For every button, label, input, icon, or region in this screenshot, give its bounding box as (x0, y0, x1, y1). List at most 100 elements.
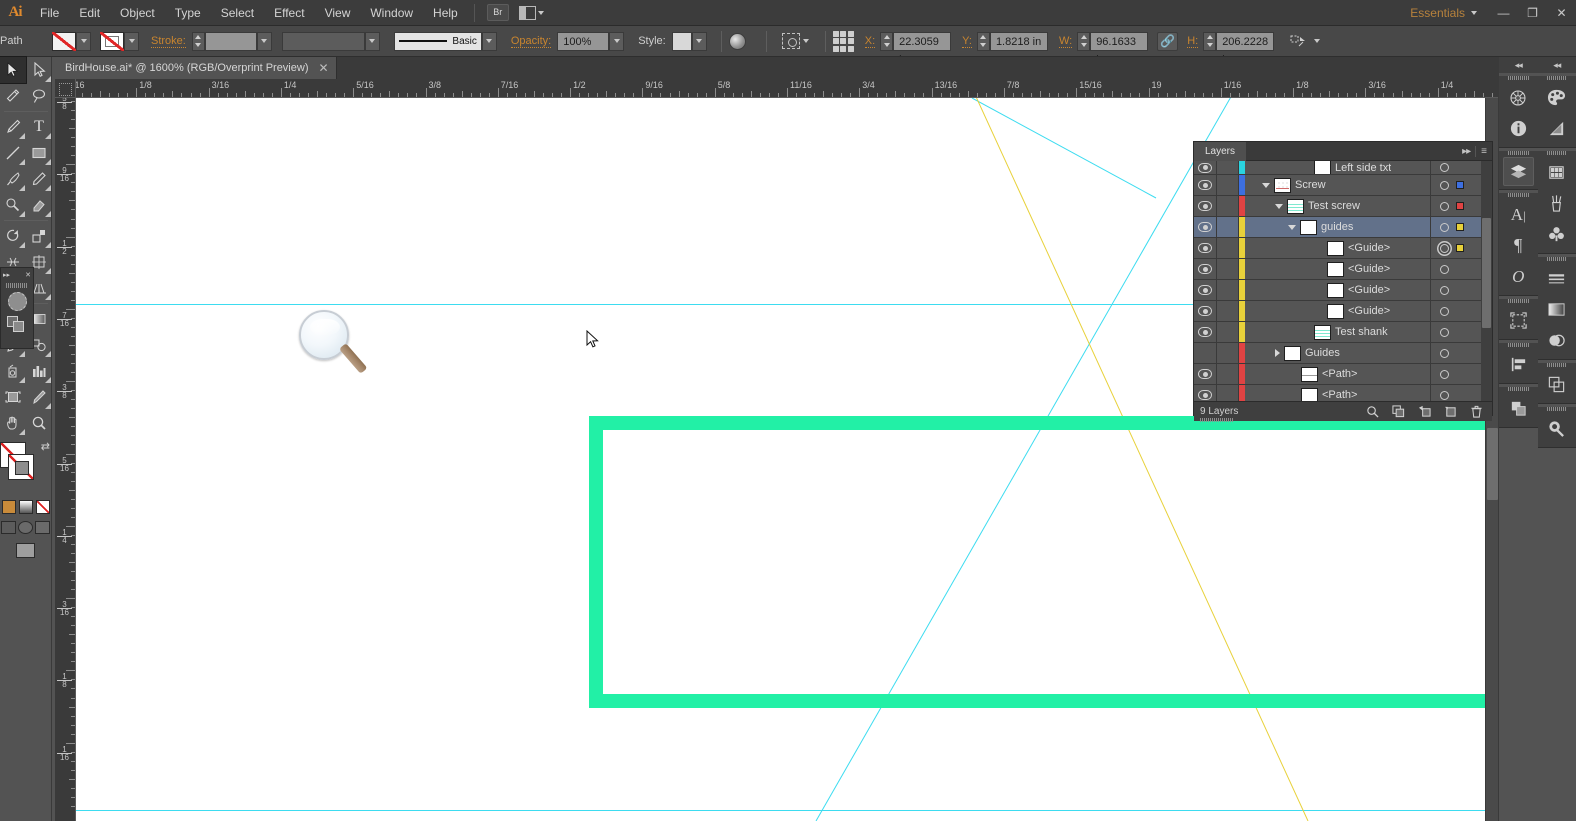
layer-name[interactable]: Test shank (1335, 326, 1388, 338)
go-to-bridge-button[interactable]: Br (486, 4, 509, 21)
layer-thumbnail[interactable] (1284, 345, 1301, 361)
direct-selection-tool[interactable] (26, 57, 52, 83)
column-graph-tool[interactable] (26, 358, 52, 384)
w-input[interactable]: 96.1633 in (1090, 31, 1149, 66)
dock-collapse-row[interactable]: ◂◂ ◂◂ (1499, 57, 1576, 73)
stroke-weight-control[interactable] (191, 31, 272, 51)
rectangle-tool[interactable] (26, 140, 52, 166)
layer-row[interactable]: <Path> (1194, 385, 1492, 401)
scrollbar-thumb[interactable] (1487, 428, 1498, 500)
layer-name[interactable]: Guides (1305, 347, 1340, 359)
pen-tool[interactable] (0, 114, 26, 140)
layer-thumbnail[interactable] (1301, 387, 1318, 401)
document-tab[interactable]: BirdHouse.ai* @ 1600% (RGB/Overprint Pre… (55, 57, 337, 79)
layer-name[interactable]: guides (1321, 221, 1353, 233)
layer-thumbnail[interactable] (1274, 177, 1291, 193)
floating-mini-panel[interactable]: ▸▸ ✕ (0, 267, 34, 349)
layer-row[interactable]: <Path> (1194, 364, 1492, 385)
y-position-control[interactable]: 1.8218 in (976, 31, 1048, 51)
fill-swatch[interactable] (52, 31, 76, 51)
slice-tool[interactable] (26, 384, 52, 410)
layer-row[interactable]: Screw (1194, 175, 1492, 196)
graphic-style-control[interactable] (671, 31, 707, 51)
gradient-mode-button[interactable] (18, 500, 33, 514)
paragraph-icon[interactable]: ¶ (1499, 230, 1538, 261)
layer-target-indicator[interactable] (1440, 180, 1449, 190)
transform-icon[interactable] (1538, 369, 1576, 400)
collapse-icon[interactable]: ▸▸ (3, 271, 10, 279)
h-stepper[interactable] (1203, 31, 1217, 51)
layer-visibility-toggle[interactable] (1194, 343, 1217, 363)
chevron-down-icon[interactable] (1288, 224, 1296, 230)
layer-visibility-toggle[interactable] (1194, 161, 1217, 174)
layer-row[interactable]: Test shank (1194, 322, 1492, 343)
layer-name[interactable]: <Guide> (1348, 305, 1390, 317)
draw-normal-button[interactable] (1, 521, 16, 534)
window-close-button[interactable]: ✕ (1547, 1, 1576, 25)
draw-inside-button[interactable] (35, 521, 50, 534)
layer-name[interactable]: <Guide> (1348, 242, 1390, 254)
vertical-ruler[interactable]: 5 8 9 16 1 2 7 16 3 8 5 16 1 4 3 16 1 8 1 16 (55, 98, 76, 821)
ruler-origin[interactable] (55, 79, 76, 98)
stroke-weight-label[interactable]: Stroke: (151, 35, 186, 48)
layer-name[interactable]: <Path> (1322, 389, 1357, 401)
scale-tool[interactable] (26, 223, 52, 249)
layer-visibility-toggle[interactable] (1194, 259, 1217, 279)
variable-width-profile-control[interactable] (281, 31, 380, 51)
opacity-label[interactable]: Opacity: (510, 35, 552, 48)
brush-definition-control[interactable]: Basic (393, 31, 497, 51)
menu-effect[interactable]: Effect (264, 0, 314, 26)
layer-target-indicator[interactable] (1440, 163, 1449, 172)
layers-list[interactable]: Left side txt Screw Test screw guides <Guide… (1194, 161, 1492, 401)
graphic-style-swatch[interactable] (671, 31, 692, 51)
brush-definition-preview[interactable]: Basic (393, 31, 482, 51)
layer-row[interactable]: <Guide> (1194, 301, 1492, 322)
panel-menu-icon[interactable]: ≡ (1475, 145, 1492, 157)
workspace-chevron-down-icon[interactable] (1471, 10, 1477, 15)
width-control[interactable]: 96.1633 in (1077, 31, 1149, 66)
layer-lock-toggle[interactable] (1217, 161, 1239, 174)
color-mode-button[interactable] (1, 500, 16, 514)
stroke-weight-stepper[interactable] (191, 31, 205, 51)
layer-target-indicator[interactable] (1440, 306, 1449, 316)
none-mode-button[interactable] (35, 500, 50, 514)
width-profile-dropdown[interactable] (364, 31, 380, 51)
appearance-icon[interactable] (1538, 413, 1576, 444)
opacity-mask-icon[interactable] (728, 32, 746, 50)
make-clipping-mask-icon[interactable] (1392, 405, 1405, 418)
layer-lock-toggle[interactable] (1217, 364, 1239, 384)
layer-target-indicator[interactable] (1440, 243, 1449, 253)
layer-row[interactable]: <Guide> (1194, 280, 1492, 301)
artboard-tool[interactable] (0, 384, 26, 410)
layer-row[interactable]: guides (1194, 217, 1492, 238)
select-similar-button[interactable] (781, 33, 809, 49)
layer-target-indicator[interactable] (1440, 222, 1449, 232)
stroke-color-control[interactable] (100, 31, 139, 51)
arrange-documents-button[interactable] (518, 5, 544, 20)
layer-visibility-toggle[interactable] (1194, 301, 1217, 321)
h-input[interactable]: 206.2228 in (1216, 31, 1275, 66)
layers-panel[interactable]: Layers ▸▸ ≡ Left side txt Screw Test screw… (1193, 141, 1493, 422)
layer-target-indicator[interactable] (1440, 327, 1449, 337)
rotate-tool[interactable] (0, 223, 26, 249)
green-rectangle-shape[interactable] (589, 416, 1498, 708)
gradient-icon[interactable] (1538, 294, 1576, 325)
layer-thumbnail[interactable] (1327, 282, 1344, 298)
magic-wand-tool[interactable] (0, 83, 26, 109)
x-input[interactable]: 22.3059 in (893, 31, 952, 66)
scrollbar-thumb[interactable] (1482, 218, 1491, 328)
layer-thumbnail[interactable] (1300, 219, 1317, 235)
draw-behind-button[interactable] (18, 521, 33, 534)
layers-icon[interactable] (1503, 157, 1534, 186)
type-tool[interactable]: T (26, 114, 52, 140)
brushes-libraries-icon[interactable] (1499, 82, 1538, 113)
layer-thumbnail[interactable] (1314, 161, 1331, 174)
selection-tool[interactable] (0, 56, 27, 84)
menu-select[interactable]: Select (211, 0, 264, 26)
menu-object[interactable]: Object (110, 0, 165, 26)
glyphs-icon[interactable]: O (1499, 261, 1538, 292)
layer-lock-toggle[interactable] (1217, 322, 1239, 342)
stroke-dropdown-button[interactable] (124, 31, 139, 51)
menu-type[interactable]: Type (165, 0, 211, 26)
fill-dropdown-button[interactable] (76, 31, 91, 51)
